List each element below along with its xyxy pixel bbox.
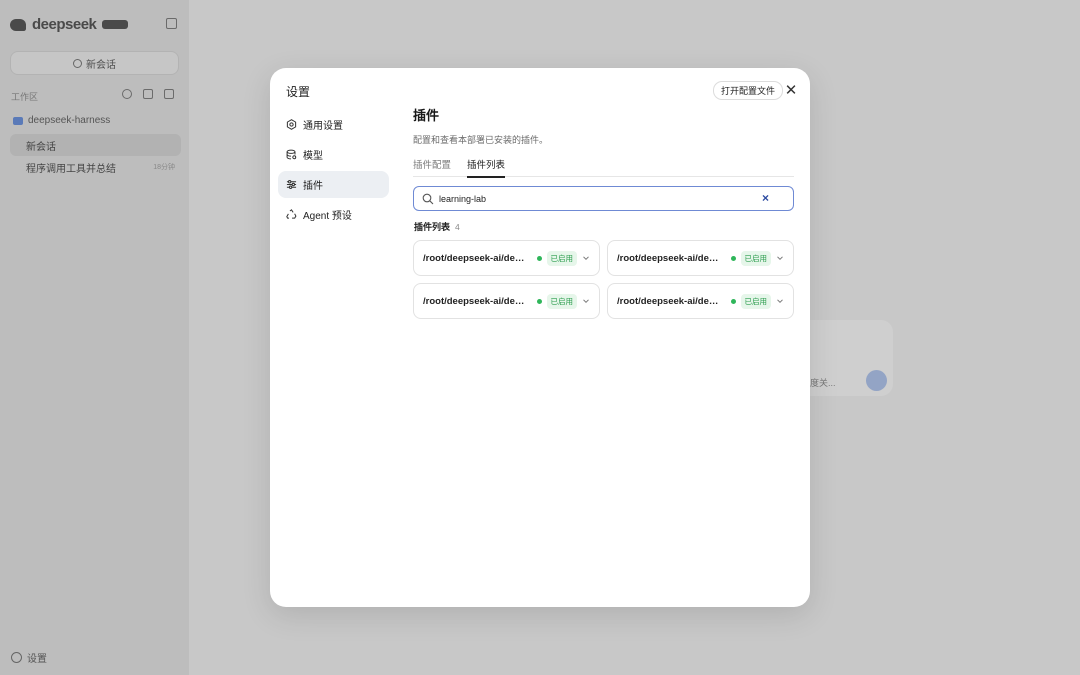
status-badge: 已启用 (546, 250, 577, 266)
search-icon (422, 193, 434, 204)
tab-bar: 插件配置 插件列表 (413, 157, 794, 178)
model-selector[interactable]: 度关... (810, 376, 836, 389)
plugin-list-header: 插件列表 4 (413, 220, 794, 233)
chevron-down-icon[interactable] (776, 297, 784, 305)
chat-time: 18分钟 (153, 164, 175, 171)
plugin-name: /root/deepseek-ai/deepseek-harness/plugi… (617, 295, 721, 307)
chat-item[interactable]: 新会话 (10, 134, 181, 156)
settings-nav: 通用设置 模型 插件 Agent 预设 (278, 111, 389, 231)
workspace-label: 工作区 (11, 92, 39, 102)
folder-add-icon[interactable] (164, 89, 174, 99)
chat-title: 新会话 (26, 141, 56, 153)
plugin-list-title: 插件列表 (414, 222, 451, 232)
logo-text: deepseek (32, 16, 97, 33)
recycle-icon (286, 209, 297, 219)
database-icon (286, 149, 297, 160)
settings-label: 设置 (27, 654, 47, 665)
folder-icon (13, 116, 23, 125)
version-badge (102, 20, 128, 29)
chevron-down-icon[interactable] (582, 254, 590, 262)
close-icon[interactable]: ✕ (783, 82, 799, 98)
plus-circle-icon (73, 58, 82, 68)
tab-plugin-config[interactable]: 插件配置 (413, 157, 451, 177)
project-name: deepseek-harness (28, 115, 111, 126)
nav-item-label: 插件 (303, 181, 323, 192)
workspace-actions (122, 89, 174, 99)
sidebar: deepseek 新会话 工作区 deepseek-harness 新会话 程序… (0, 0, 189, 675)
status-badge: 已启用 (740, 250, 771, 266)
app-logo: deepseek (10, 16, 128, 33)
nav-item-model[interactable]: 模型 (278, 141, 389, 168)
settings-modal: 设置 打开配置文件 ✕ 通用设置 模型 插件 Agent 预设 插件 配置和查看… (270, 68, 810, 607)
nav-item-general[interactable]: 通用设置 (278, 111, 389, 138)
plugin-card[interactable]: /root/deepseek-ai/deepseek-harness/plugi… (413, 283, 600, 319)
project-item[interactable]: deepseek-harness (13, 115, 110, 126)
status-dot (536, 298, 542, 304)
sliders-icon (286, 180, 297, 189)
search-icon[interactable] (122, 89, 132, 99)
plugin-card[interactable]: /root/deepseek-ai/deepseek-harness/plugi… (413, 240, 600, 276)
plugin-name: /root/deepseek-ai/deepseek-harness/plugi… (423, 252, 527, 264)
status-badge: 已启用 (546, 293, 577, 309)
nav-item-label: 通用设置 (303, 121, 343, 132)
status-dot (730, 255, 736, 261)
plugin-grid: /root/deepseek-ai/deepseek-harness/plugi… (413, 240, 794, 319)
chevron-down-icon[interactable] (582, 297, 590, 305)
chat-item[interactable]: 程序调用工具并总结 18分钟 (10, 156, 181, 178)
search-input[interactable] (439, 193, 739, 204)
plugins-panel: 插件 配置和查看本部署已安装的插件。 插件配置 插件列表 × 插件列表 4 /r… (413, 105, 794, 319)
send-button[interactable] (866, 370, 887, 391)
tab-plugin-list[interactable]: 插件列表 (467, 157, 506, 178)
settings-link[interactable]: 设置 (11, 650, 47, 665)
plugin-count: 4 (455, 222, 460, 232)
plugin-card[interactable]: /root/deepseek-ai/deepseek-harness/plugi… (607, 283, 794, 319)
status-dot (730, 298, 736, 304)
nav-item-plugins[interactable]: 插件 (278, 171, 389, 198)
panel-description: 配置和查看本部署已安装的插件。 (413, 135, 549, 145)
modal-title: 设置 (286, 85, 311, 99)
nav-item-label: Agent 预设 (303, 211, 352, 222)
new-chat-button[interactable]: 新会话 (10, 51, 179, 75)
plugin-card[interactable]: /root/deepseek-ai/deepseek-harness/plugi… (607, 240, 794, 276)
chevron-down-icon[interactable] (776, 254, 784, 262)
layout-icon[interactable] (143, 89, 153, 99)
plugin-name: /root/deepseek-ai/deepseek-harness/plugi… (617, 252, 721, 264)
new-chat-label: 新会话 (86, 59, 116, 71)
gear-icon (11, 652, 22, 663)
clear-search-icon[interactable]: × (762, 191, 769, 205)
chat-title: 程序调用工具并总结 (26, 163, 116, 175)
nav-item-label: 模型 (303, 151, 323, 162)
plugin-name: /root/deepseek-ai/deepseek-harness/plugi… (423, 295, 527, 307)
open-config-button[interactable]: 打开配置文件 (713, 81, 784, 100)
nav-item-agent-presets[interactable]: Agent 预设 (278, 201, 389, 228)
status-badge: 已启用 (740, 293, 771, 309)
status-dot (536, 255, 542, 261)
whale-logo-icon (10, 18, 26, 31)
gear-icon (286, 119, 297, 130)
sidebar-collapse-icon[interactable] (166, 18, 177, 29)
panel-title: 插件 (413, 108, 440, 123)
plugin-search: × (413, 186, 794, 211)
